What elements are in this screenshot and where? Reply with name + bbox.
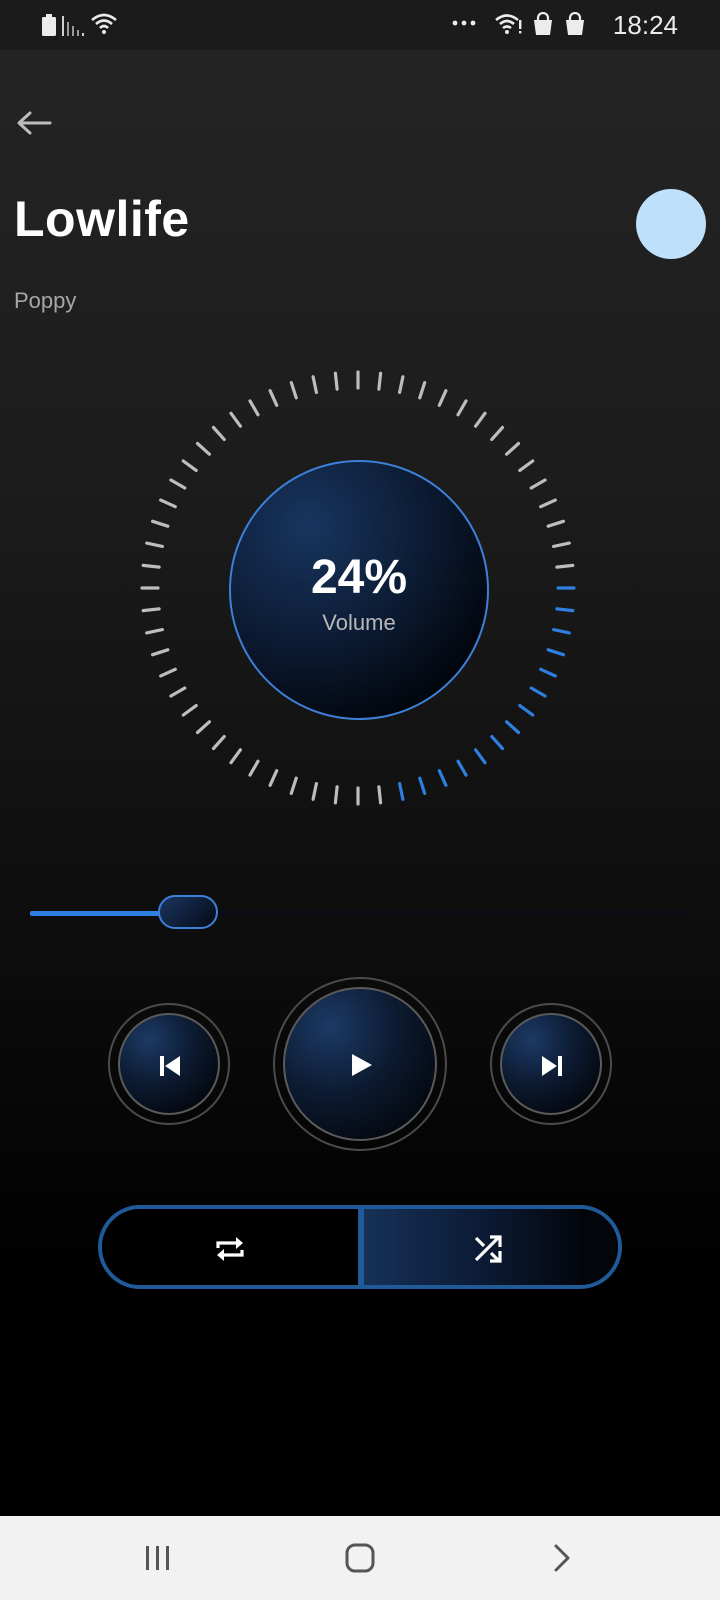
volume-tick — [195, 720, 212, 735]
volume-tick — [552, 541, 571, 548]
recent-apps-button[interactable] — [138, 1538, 178, 1578]
wifi-icon — [91, 13, 117, 34]
volume-tick — [289, 776, 298, 795]
seek-slider[interactable] — [30, 895, 690, 931]
navigation-bar — [0, 1516, 720, 1600]
clock: 18:24 — [612, 10, 678, 40]
repeat-button[interactable] — [102, 1209, 358, 1285]
volume-tick — [555, 563, 575, 569]
volume-tick — [211, 735, 226, 751]
shopping-bag-icon — [534, 12, 552, 35]
previous-button[interactable] — [108, 1003, 230, 1125]
volume-tick — [248, 399, 260, 417]
volume-knob[interactable]: 24% Volume — [229, 460, 489, 720]
volume-tick — [195, 441, 212, 456]
volume-tick — [151, 519, 170, 528]
nav-back-button[interactable] — [542, 1538, 582, 1578]
arrow-left-icon — [17, 111, 52, 135]
wifi-icon — [495, 14, 522, 34]
volume-tick — [474, 411, 487, 428]
volume-tick-active — [418, 776, 427, 795]
volume-tick-active — [552, 628, 571, 635]
home-button[interactable] — [340, 1538, 380, 1578]
song-title: Lowlife — [14, 191, 190, 247]
volume-tick — [181, 704, 198, 717]
volume-tick — [529, 478, 547, 490]
volume-tick — [229, 748, 243, 765]
volume-tick — [169, 686, 187, 698]
volume-tick-active — [546, 648, 565, 657]
home-icon — [345, 1543, 375, 1573]
volume-tick — [268, 389, 279, 407]
next-button[interactable] — [490, 1003, 612, 1125]
repeat-shuffle-toggle — [98, 1205, 622, 1289]
volume-tick — [289, 381, 298, 400]
volume-tick — [377, 785, 383, 805]
next-icon — [542, 1056, 562, 1076]
volume-tick — [490, 425, 505, 442]
volume-tick — [505, 441, 521, 456]
slider-thumb[interactable] — [158, 895, 219, 929]
battery-icon — [42, 14, 56, 36]
volume-label: Volume — [322, 610, 396, 635]
volume-tick-active — [505, 720, 521, 735]
volume-tick — [159, 667, 177, 678]
volume-tick-active — [539, 667, 557, 678]
volume-tick-active — [474, 748, 487, 765]
volume-tick — [518, 459, 535, 473]
volume-tick-active — [398, 782, 405, 801]
volume-tick — [151, 648, 170, 657]
volume-tick — [311, 782, 318, 801]
volume-tick — [311, 375, 318, 394]
volume-tick — [145, 541, 164, 548]
volume-tick — [333, 785, 339, 805]
volume-value: 24% — [310, 551, 408, 604]
more-icon — [452, 20, 476, 26]
volume-tick — [229, 411, 243, 428]
repeat-icon — [216, 1237, 244, 1261]
volume-tick — [145, 628, 164, 635]
volume-tick — [456, 399, 468, 417]
volume-tick — [546, 519, 565, 528]
volume-tick — [141, 563, 161, 569]
volume-tick — [169, 478, 187, 490]
artist-name: Poppy — [14, 288, 77, 313]
volume-tick — [248, 759, 260, 777]
play-button[interactable] — [273, 977, 447, 1151]
play-icon — [352, 1054, 372, 1076]
volume-tick-active — [518, 704, 535, 717]
volume-tick — [181, 459, 198, 473]
volume-tick — [211, 425, 226, 442]
back-icon — [554, 1544, 570, 1572]
volume-tick — [418, 381, 427, 400]
back-button[interactable] — [12, 102, 58, 148]
recent-apps-icon — [146, 1546, 169, 1570]
volume-tick — [333, 371, 339, 391]
volume-tick-active — [456, 759, 468, 777]
volume-tick — [141, 607, 161, 613]
volume-tick-active — [529, 686, 547, 698]
volume-tick — [268, 769, 279, 787]
shuffle-icon — [474, 1235, 502, 1263]
volume-tick-active — [437, 769, 448, 787]
status-bar: 18:24 — [0, 0, 720, 50]
volume-tick — [159, 498, 177, 509]
volume-tick — [437, 389, 448, 407]
volume-tick — [398, 375, 405, 394]
signal-icon — [62, 16, 84, 36]
volume-tick — [539, 498, 557, 509]
shopping-bag-icon — [566, 12, 584, 35]
shuffle-button[interactable] — [364, 1209, 618, 1285]
volume-tick — [377, 371, 383, 391]
previous-icon — [160, 1056, 180, 1076]
avatar[interactable] — [636, 189, 706, 259]
volume-tick-active — [555, 607, 575, 613]
volume-tick-active — [490, 735, 505, 751]
